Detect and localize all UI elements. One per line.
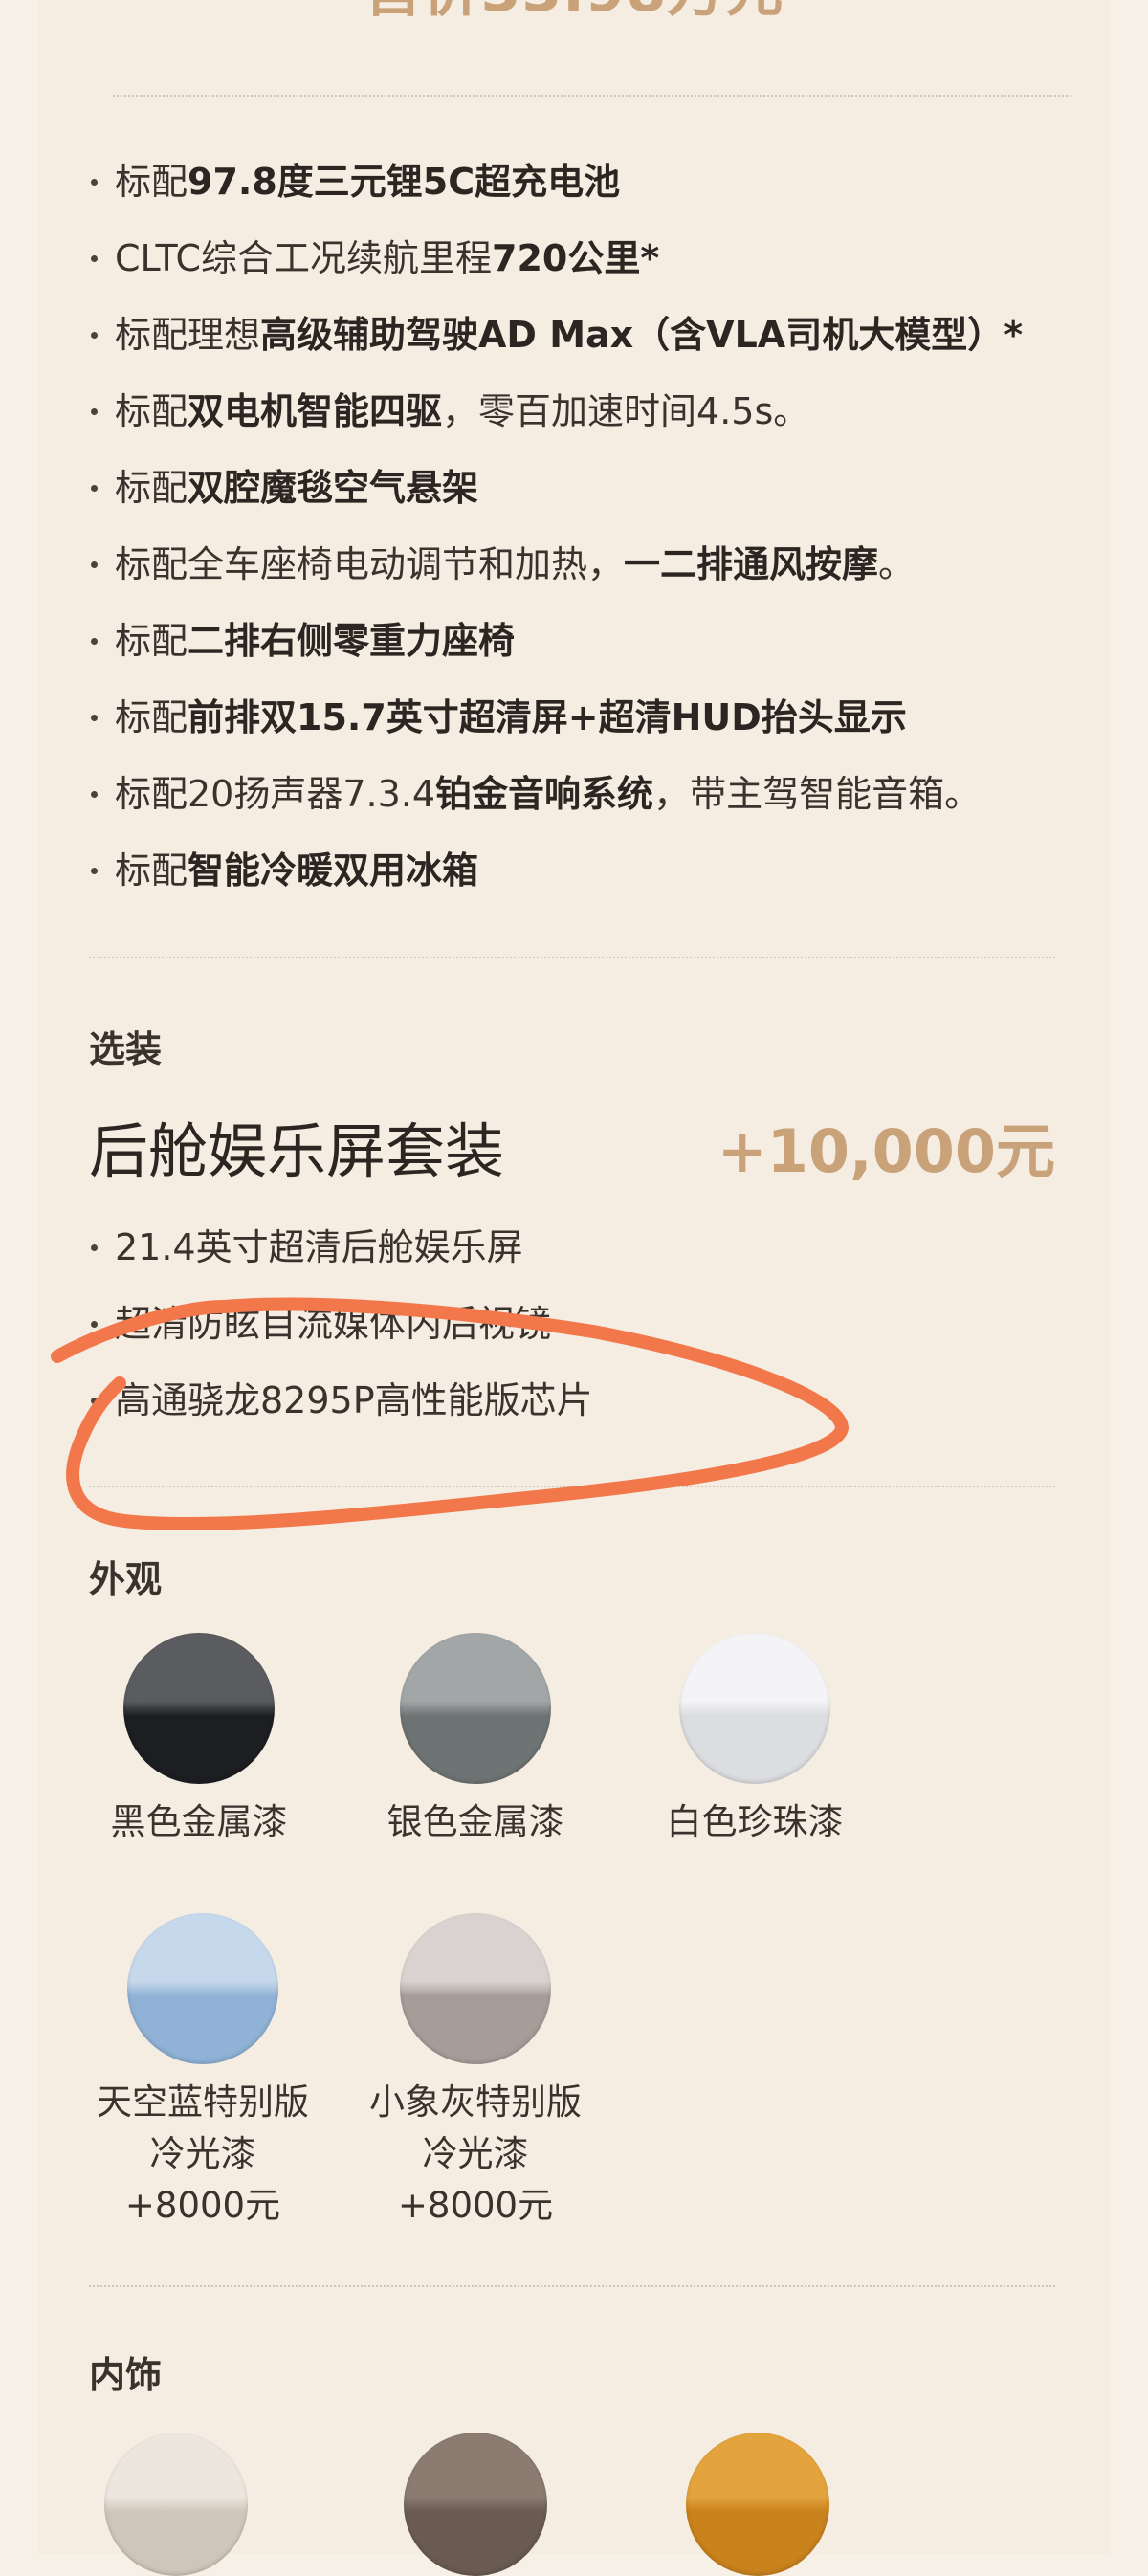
interior-swatch-light[interactable] — [104, 2433, 248, 2576]
exterior-label-silver: 银色金属漆 — [386, 1801, 564, 1842]
exterior-swatch-elephant-gray[interactable] — [400, 1913, 551, 2064]
option-item: 21.4英寸超清后舱娱乐屏 — [89, 1209, 1103, 1286]
standard-feature-list: 标配97.8度三元锂5C超充电池 CLTC综合工况续航里程720公里* 标配理想… — [89, 143, 1103, 909]
exterior-swatch-silver[interactable] — [400, 1633, 551, 1784]
config-page: 售价33.98万元 标配97.8度三元锂5C超充电池 CLTC综合工况续航里程7… — [38, 0, 1110, 2576]
exterior-swatch-black[interactable] — [123, 1633, 275, 1784]
feature-item: 标配二排右侧零重力座椅 — [89, 603, 1103, 679]
option-item: 超清防眩目流媒体内后视镜 — [89, 1286, 1103, 1362]
divider — [113, 95, 1071, 97]
option-item: 高通骁龙8295P高性能版芯片 — [89, 1362, 1103, 1439]
interior-swatch-orange[interactable] — [686, 2433, 829, 2576]
divider — [89, 1486, 1055, 1487]
feature-item: 标配前排双15.7英寸超清屏+超清HUD抬头显示 — [89, 679, 1103, 756]
interior-section-title: 内饰 — [89, 2354, 163, 2396]
exterior-label-elephant-gray: 小象灰特别版 冷光漆 +8000元 — [369, 2081, 582, 2226]
exterior-label-white: 白色珍珠漆 — [666, 1801, 844, 1842]
feature-item: 标配97.8度三元锂5C超充电池 — [89, 143, 1103, 220]
feature-item: CLTC综合工况续航里程720公里* — [89, 220, 1103, 297]
price-heading: 售价33.98万元 — [38, 0, 1110, 28]
feature-item: 标配理想高级辅助驾驶AD Max（含VLA司机大模型）* — [89, 297, 1103, 373]
feature-item: 标配智能冷暖双用冰箱 — [89, 832, 1103, 909]
option-package-name: 后舱娱乐屏套装 — [89, 1116, 505, 1186]
options-section-title: 选装 — [89, 1028, 163, 1070]
feature-item: 标配20扬声器7.3.4铂金音响系统，带主驾智能音箱。 — [89, 756, 1103, 832]
feature-item: 标配全车座椅电动调节和加热，一二排通风按摩。 — [89, 526, 1103, 603]
exterior-label-sky-blue: 天空蓝特别版 冷光漆 +8000元 — [97, 2081, 309, 2226]
interior-swatch-brown[interactable] — [404, 2433, 547, 2576]
divider — [89, 2285, 1055, 2287]
option-item-list: 21.4英寸超清后舱娱乐屏 超清防眩目流媒体内后视镜 高通骁龙8295P高性能版… — [89, 1209, 1103, 1439]
exterior-label-black: 黑色金属漆 — [110, 1801, 288, 1842]
option-package-price: +10,000元 — [717, 1116, 1055, 1186]
exterior-swatch-white[interactable] — [679, 1633, 830, 1784]
feature-item: 标配双腔魔毯空气悬架 — [89, 450, 1103, 526]
divider — [89, 957, 1055, 958]
exterior-section-title: 外观 — [89, 1558, 163, 1600]
exterior-swatch-sky-blue[interactable] — [127, 1913, 278, 2064]
feature-item: 标配双电机智能四驱，零百加速时间4.5s。 — [89, 373, 1103, 450]
option-package[interactable]: 后舱娱乐屏套装 +10,000元 — [89, 1103, 1055, 1186]
